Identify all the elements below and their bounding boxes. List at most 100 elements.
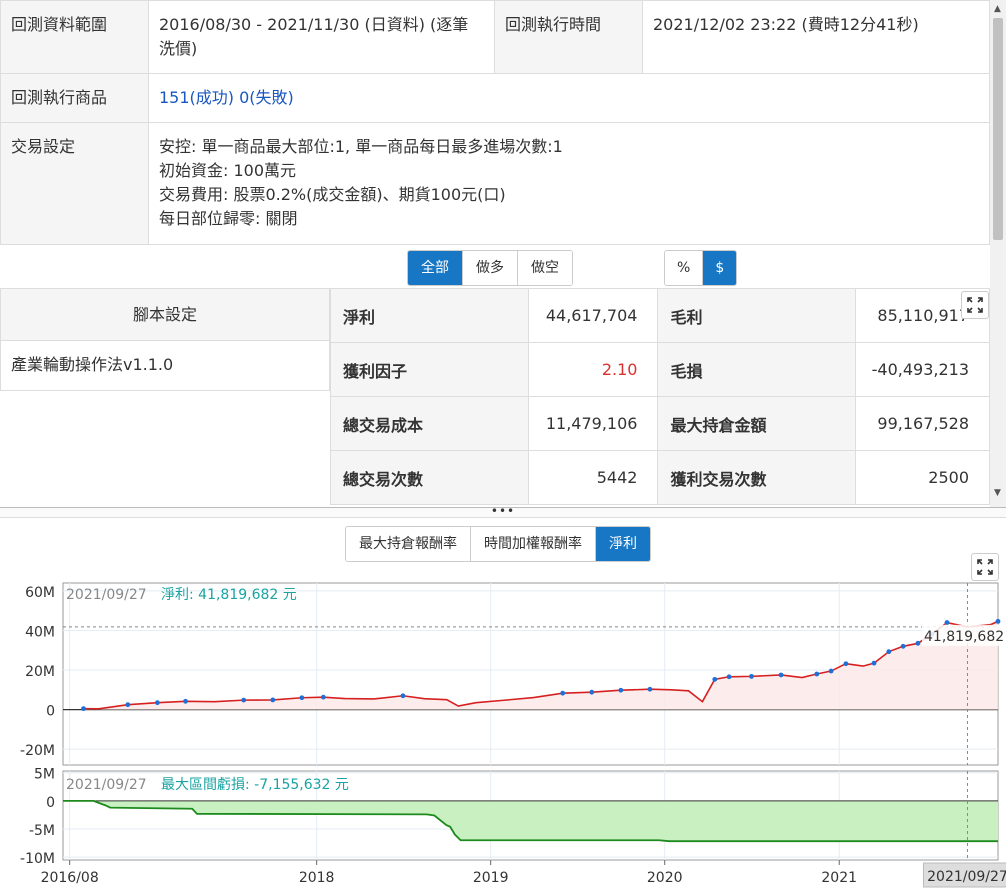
new-high-marker — [400, 693, 406, 699]
y-tick-label: 20M — [25, 664, 55, 680]
products-value[interactable]: 151(成功) 0(失敗) — [148, 73, 990, 123]
scroll-up-icon[interactable]: ▲ — [994, 4, 1001, 14]
new-high-marker — [726, 674, 732, 680]
stat-label: 總交易次數 — [330, 450, 529, 505]
y-tick-label: -5M — [29, 823, 55, 839]
x-tick-label: 2019 — [473, 870, 509, 886]
legend-value: 淨利: 41,819,682 元 — [161, 587, 297, 603]
stats-row: 獲利因子 2.10 毛損 -40,493,213 — [330, 342, 991, 397]
new-high-marker — [618, 687, 624, 693]
trade-line: 安控: 單一商品最大部位:1, 單一商品每日最多進場次數:1 — [159, 137, 563, 156]
legend-value: 最大區間虧損: -7,155,632 元 — [161, 777, 349, 793]
scroll-thumb[interactable] — [993, 18, 1003, 240]
x-axis: 2016/08 2018 2019 2020 2021 2021/09/27 — [41, 860, 1006, 888]
drawdown-plot: 5M 0 -5M -10M 2021/09/27 最大區間虧損: -7,155,632 元 — [20, 767, 999, 867]
new-high-marker — [828, 668, 834, 674]
trade-line: 交易費用: 股票0.2%(成交金額)、期貨100元(口) — [159, 185, 506, 204]
stat-value: 2.10 — [527, 342, 659, 397]
new-high-marker — [320, 694, 326, 700]
exec-time-label: 回測執行時間 — [494, 0, 643, 74]
stat-label: 最大持倉金額 — [657, 396, 856, 451]
x-tick-label: 2020 — [647, 870, 683, 886]
stat-value: 2500 — [854, 450, 991, 505]
x-tick-label: 2018 — [299, 870, 335, 886]
stat-label: 獲利交易次數 — [657, 450, 856, 505]
stat-value: 44,617,704 — [527, 288, 659, 343]
new-high-marker — [900, 643, 906, 649]
new-high-marker — [125, 702, 131, 708]
backtest-info-table: 回測資料範圍 2016/08/30 - 2021/11/30 (日資料) (逐筆… — [0, 0, 990, 245]
expand-icon — [967, 297, 983, 313]
new-high-marker — [560, 690, 566, 696]
script-name: 產業輪動操作法v1.1.0 — [0, 341, 330, 391]
y-tick-label: 60M — [25, 585, 55, 601]
pane-splitter[interactable]: ••• — [0, 505, 1006, 518]
net-profit-plot: 60M 40M 20M 0 -20M 41,819,682 2021/09/27 淨利: 41… — [20, 582, 1006, 766]
new-high-marker — [81, 706, 86, 712]
stat-value: -40,493,213 — [854, 342, 991, 397]
stat-label: 毛損 — [657, 342, 856, 397]
new-high-marker — [843, 661, 849, 667]
stats-row: 淨利 44,617,704 毛利 85,110,917 — [330, 288, 991, 343]
products-label: 回測執行商品 — [0, 73, 149, 123]
y-tick-label: -20M — [20, 743, 55, 759]
new-high-marker — [647, 686, 653, 692]
y-tick-label: 5M — [34, 767, 55, 783]
script-settings: 腳本設定 產業輪動操作法v1.1.0 — [0, 288, 330, 391]
new-high-marker — [299, 695, 305, 701]
direction-toggle: 全部 做多 做空 — [407, 250, 573, 286]
performance-chart: 60M 40M 20M 0 -20M 41,819,682 2021/09/27 淨利: 41… — [20, 582, 1006, 888]
trade-settings-label: 交易設定 — [0, 122, 149, 245]
new-high-marker — [886, 649, 892, 655]
legend-date: 2021/09/27 — [66, 777, 147, 793]
crosshair-date-label: 2021/09/27 — [927, 869, 1006, 885]
y-tick-label: -10M — [20, 851, 55, 867]
range-value: 2016/08/30 - 2021/11/30 (日資料) (逐筆洗價) — [148, 0, 495, 74]
new-high-marker — [589, 689, 595, 695]
new-high-marker — [995, 618, 1001, 624]
stats-row: 總交易次數 5442 獲利交易次數 2500 — [330, 450, 991, 505]
x-tick-label: 2016/08 — [41, 870, 99, 886]
trade-settings-value: 安控: 單一商品最大部位:1, 單一商品每日最多進場次數:1 初始資金: 100… — [148, 122, 990, 245]
stat-value: 99,167,528 — [854, 396, 991, 451]
range-label: 回測資料範圍 — [0, 0, 149, 74]
y-tick-label: 0 — [46, 704, 55, 720]
new-high-marker — [270, 697, 276, 703]
legend-date: 2021/09/27 — [66, 587, 147, 603]
y-tick-label: 40M — [25, 624, 55, 640]
new-high-marker — [241, 697, 247, 703]
trade-line: 每日部位歸零: 關閉 — [159, 209, 298, 228]
new-high-marker — [749, 673, 754, 679]
summary-pane: 回測資料範圍 2016/08/30 - 2021/11/30 (日資料) (逐筆… — [0, 0, 1006, 507]
stat-value: 5442 — [527, 450, 659, 505]
stats-row: 總交易成本 11,479,106 最大持倉金額 99,167,528 — [330, 396, 991, 451]
stat-label: 毛利 — [657, 288, 856, 343]
unit-toggle: % $ — [664, 250, 738, 286]
percent-button[interactable]: % — [665, 251, 704, 285]
trade-line: 初始資金: 100萬元 — [159, 161, 297, 180]
stats-expand-button[interactable] — [961, 291, 989, 319]
new-high-marker — [871, 660, 877, 666]
new-high-marker — [915, 640, 921, 646]
crosshair-value: 41,819,682 — [924, 629, 1004, 645]
stat-label: 獲利因子 — [330, 342, 529, 397]
x-tick-label: 2021 — [821, 870, 857, 886]
stats-table: 淨利 44,617,704 毛利 85,110,917 獲利因子 2.10 毛損… — [330, 288, 991, 505]
stat-label: 總交易成本 — [330, 396, 529, 451]
long-button[interactable]: 做多 — [463, 251, 518, 285]
scroll-down-icon[interactable]: ▼ — [994, 488, 1001, 498]
stat-value: 11,479,106 — [527, 396, 659, 451]
new-high-marker — [814, 671, 820, 677]
new-high-marker — [712, 676, 718, 682]
new-high-marker — [778, 672, 784, 678]
stat-label: 淨利 — [330, 288, 529, 343]
new-high-marker — [944, 620, 950, 625]
exec-time-value: 2021/12/02 23:22 (費時12分41秒) — [642, 0, 990, 74]
new-high-marker — [183, 698, 188, 704]
dollar-button[interactable]: $ — [703, 251, 737, 285]
all-button[interactable]: 全部 — [408, 251, 463, 285]
script-settings-header: 腳本設定 — [0, 288, 330, 341]
y-tick-label: 0 — [46, 795, 55, 811]
short-button[interactable]: 做空 — [518, 251, 572, 285]
vertical-scrollbar[interactable]: ▲ ▼ — [990, 0, 1006, 507]
